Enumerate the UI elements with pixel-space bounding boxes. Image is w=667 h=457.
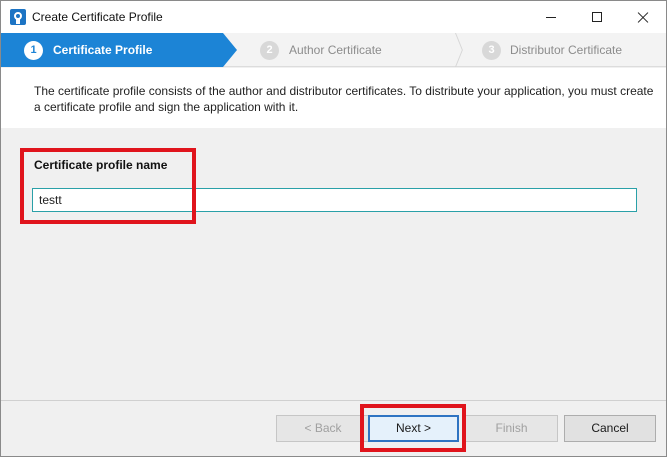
step-distributor-certificate: 3 Distributor Certificate — [459, 33, 666, 67]
maximize-button[interactable] — [574, 1, 620, 33]
annotation-highlight-box — [20, 148, 196, 224]
certificate-app-icon — [10, 9, 26, 25]
create-certificate-profile-window: Create Certificate Profile 1 Certificate… — [0, 0, 667, 457]
title-bar: Create Certificate Profile — [1, 1, 666, 33]
step-label: Author Certificate — [289, 43, 382, 57]
back-button[interactable]: < Back — [276, 415, 370, 442]
form-area: Certificate profile name — [1, 128, 666, 400]
window-title: Create Certificate Profile — [32, 10, 163, 24]
footer-divider — [1, 400, 666, 401]
step-label: Distributor Certificate — [510, 43, 623, 57]
description-panel: The certificate profile consists of the … — [1, 68, 666, 128]
step-certificate-profile: 1 Certificate Profile — [1, 33, 237, 67]
step-author-certificate: 2 Author Certificate — [237, 33, 447, 67]
step-number: 2 — [260, 41, 279, 60]
step-number: 1 — [24, 41, 43, 60]
annotation-highlight-box — [360, 404, 466, 452]
close-button[interactable] — [620, 1, 666, 33]
step-number: 3 — [482, 41, 501, 60]
finish-button[interactable]: Finish — [465, 415, 558, 442]
minimize-button[interactable] — [528, 1, 574, 33]
description-text: The certificate profile consists of the … — [34, 84, 654, 114]
step-label: Certificate Profile — [53, 43, 153, 57]
wizard-steps: 1 Certificate Profile 2 Author Certifica… — [1, 33, 666, 67]
step-separator — [441, 33, 457, 67]
cancel-button[interactable]: Cancel — [564, 415, 656, 442]
